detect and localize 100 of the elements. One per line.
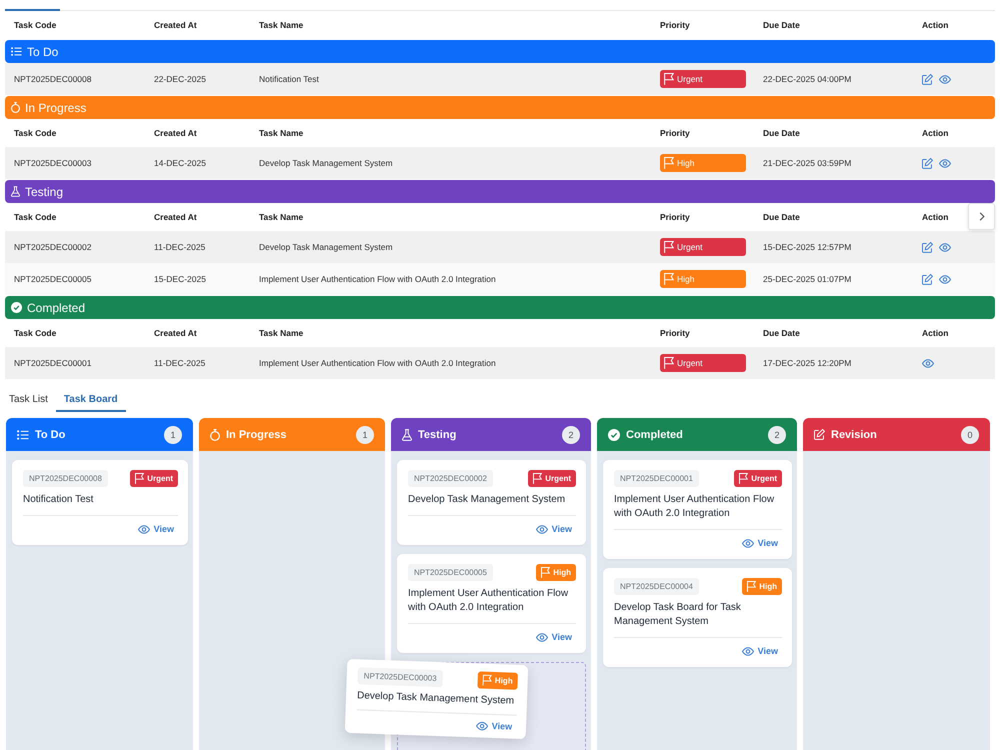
count-badge: 2 (562, 426, 580, 444)
list-icon (17, 430, 29, 440)
table-header-cell: Priority (660, 128, 690, 138)
flag-icon (664, 73, 674, 85)
table-cell: 14-DEC-2025 (154, 158, 206, 168)
task-title: Develop Task Management System (408, 493, 566, 507)
table-cell: 21-DEC-2025 03:59PM (763, 158, 852, 168)
priority-label: High (677, 158, 694, 168)
flag-icon (664, 157, 674, 169)
flag-icon (541, 567, 550, 578)
table-header-cell: Created At (154, 328, 197, 338)
eye-icon[interactable] (922, 358, 934, 368)
task-card[interactable]: NPT2025DEC00001 Urgent Implement User Authentication Flow with OAuth 2.0 Integration View (603, 460, 792, 559)
table-header-cell: Created At (154, 212, 197, 222)
task-title: Develop Task Management System (356, 689, 516, 709)
table-header-cell: Due Date (763, 212, 800, 222)
view-link[interactable]: View (138, 524, 174, 534)
table-cell: Notification Test (259, 74, 319, 84)
count-badge: 0 (961, 426, 979, 444)
flag-icon (533, 473, 542, 484)
eye-icon[interactable] (939, 158, 951, 168)
table-cell: 11-DEC-2025 (154, 242, 206, 252)
eye-icon[interactable] (939, 74, 951, 84)
view-link[interactable]: View (536, 632, 572, 642)
edit-icon[interactable] (922, 274, 933, 284)
table-cell: Develop Task Management System (259, 242, 393, 252)
task-code-tag: NPT2025DEC00003 (357, 667, 443, 688)
table-header-cell: Due Date (763, 328, 800, 338)
chevron-right-icon (978, 212, 984, 221)
table-header-cell: Action (922, 328, 948, 338)
column-title: In Progress (226, 428, 287, 440)
view-link[interactable]: View (742, 538, 778, 548)
eye-icon[interactable] (939, 242, 951, 252)
list-icon (11, 47, 22, 56)
table-cell: 22-DEC-2025 04:00PM (763, 74, 852, 84)
task-title: Develop Task Board for Task Management System (614, 601, 742, 629)
table-cell: Develop Task Management System (259, 158, 393, 168)
column-title: Testing (418, 428, 456, 440)
table-cell: 15-DEC-2025 12:57PM (763, 242, 852, 252)
table-header-cell: Due Date (763, 20, 800, 30)
table-cell: NPT2025DEC00003 (14, 158, 92, 168)
view-link[interactable]: View (742, 646, 778, 656)
priority-label: Urgent (677, 358, 703, 368)
eye-icon[interactable] (939, 274, 951, 284)
task-card[interactable]: NPT2025DEC00005 High Implement User Authentication Flow with OAuth 2.0 Integration View (397, 554, 586, 653)
table-header-cell: Action (922, 212, 948, 222)
stopwatch-icon (11, 102, 20, 113)
table-cell: 15-DEC-2025 (154, 274, 206, 284)
group-title: In Progress (25, 100, 86, 114)
edit-icon[interactable] (922, 242, 933, 252)
eye-icon (742, 646, 754, 656)
table-cell: 17-DEC-2025 12:20PM (763, 358, 852, 368)
table-cell: NPT2025DEC00005 (14, 274, 92, 284)
task-code-tag: NPT2025DEC00008 (23, 470, 108, 487)
flask-icon (402, 428, 412, 440)
tab-underline (5, 9, 60, 11)
task-card[interactable]: NPT2025DEC00008 Urgent Notification Test View (12, 460, 188, 545)
column-title: To Do (35, 428, 66, 440)
tab[interactable]: Task Board (56, 388, 126, 412)
edit-icon[interactable] (922, 74, 933, 84)
priority-label: Urgent (147, 474, 173, 483)
table-header-cell: Task Name (259, 328, 304, 338)
tab[interactable]: Task List (1, 388, 56, 412)
count-badge: 1 (164, 426, 182, 444)
task-code-tag: NPT2025DEC00001 (614, 470, 699, 487)
priority-label: High (759, 582, 777, 591)
check-circle-icon (608, 428, 620, 440)
flag-icon (664, 357, 674, 369)
table-header-cell: Created At (154, 128, 197, 138)
group-title: Testing (25, 184, 64, 198)
priority-label: Urgent (677, 74, 703, 84)
count-badge: 2 (768, 426, 786, 444)
flag-icon (664, 273, 674, 285)
table-header-cell: Priority (660, 20, 690, 30)
column-title: Revision (831, 428, 877, 440)
pencil-square-icon (814, 429, 825, 440)
table-header-cell: Task Name (259, 128, 304, 138)
dragged-task-card[interactable]: NPT2025DEC00003 High Develop Task Management System View (344, 658, 528, 740)
view-link[interactable]: View (536, 524, 572, 534)
view-link[interactable]: View (476, 720, 512, 732)
eye-icon (536, 632, 548, 642)
task-title: Implement User Authentication Flow with OAuth 2.0 Integration (408, 587, 570, 615)
eye-icon (138, 524, 150, 534)
flask-icon (11, 186, 20, 197)
task-card[interactable]: NPT2025DEC00002 Urgent Develop Task Management System View (397, 460, 586, 545)
table-header-cell: Priority (660, 328, 690, 338)
eye-icon (476, 720, 488, 730)
table-header-cell: Action (922, 128, 948, 138)
task-card[interactable]: NPT2025DEC00004 High Develop Task Board for Task Management System View (603, 568, 792, 667)
table-cell: Implement User Authentication Flow with OAuth 2.0 Integration (259, 358, 496, 368)
edit-icon[interactable] (922, 158, 933, 168)
group-title: Completed (27, 300, 86, 314)
table-cell: 22-DEC-2025 (154, 74, 206, 84)
table-header-cell: Task Code (14, 212, 56, 222)
table-header-cell: Task Name (259, 212, 304, 222)
count-badge: 1 (356, 426, 374, 444)
table-header-cell: Due Date (763, 128, 800, 138)
priority-label: Urgent (751, 474, 777, 483)
task-title: Implement User Authentication Flow with OAuth 2.0 Integration (614, 493, 776, 521)
flag-icon (739, 473, 748, 484)
